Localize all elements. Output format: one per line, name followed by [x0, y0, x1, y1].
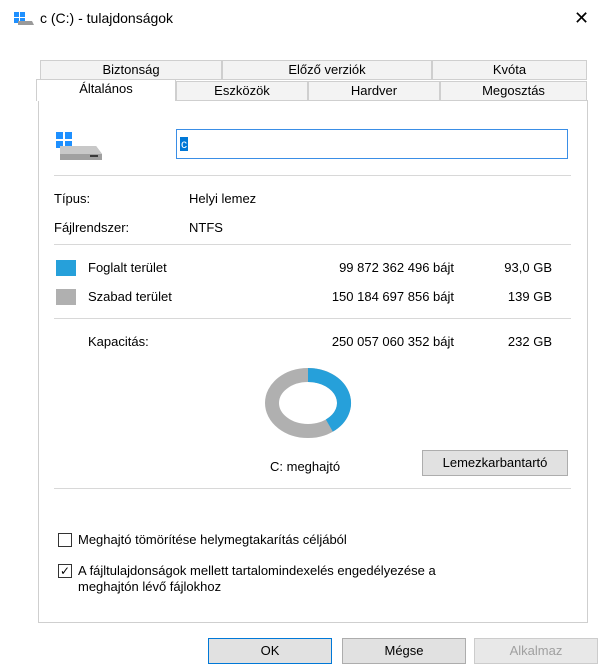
cancel-button[interactable]: Mégse [342, 638, 466, 664]
tab-kvota[interactable]: Kvóta [432, 60, 587, 80]
disk-cleanup-button[interactable]: Lemezkarbantartó [422, 450, 568, 476]
drive-name-input[interactable]: c [176, 129, 568, 159]
tab-eszkozok[interactable]: Eszközök [176, 81, 308, 101]
ok-button[interactable]: OK [208, 638, 332, 664]
separator [54, 244, 571, 245]
compress-label: Meghajtó tömörítése helymegtakarítás cél… [78, 532, 347, 547]
capacity-label: Kapacitás: [88, 334, 149, 349]
index-checkbox[interactable]: ✓ [58, 564, 72, 578]
drive-caption: C: meghajtó [270, 459, 341, 474]
usage-donut-chart [265, 368, 351, 438]
capacity-bytes: 250 057 060 352 bájt [331, 334, 454, 349]
drive-name-value: c [180, 137, 188, 151]
tab-elozo-verziok[interactable]: Előző verziók [222, 60, 432, 80]
index-label-line2: meghajtón lévő fájlokhoz [78, 579, 222, 594]
index-label-line1: A fájltulajdonságok mellett tartalominde… [78, 563, 436, 578]
capacity-size: 232 GB [507, 334, 552, 349]
compress-checkbox[interactable] [58, 533, 72, 547]
type-value: Helyi lemez [189, 191, 257, 206]
drive-large-icon [56, 132, 102, 160]
window-title: c (C:) - tulajdonságok [40, 10, 174, 26]
type-label: Típus: [54, 191, 91, 206]
used-space-bytes: 99 872 362 496 bájt [339, 260, 454, 275]
free-space-swatch [56, 289, 76, 305]
free-space-size: 139 GB [507, 289, 552, 304]
close-icon[interactable]: ✕ [574, 8, 589, 29]
separator [54, 175, 571, 176]
tab-biztonsag[interactable]: Biztonság [40, 60, 222, 80]
used-space-label: Foglalt terület [88, 260, 167, 275]
used-space-size: 93,0 GB [504, 260, 552, 275]
tab-megosztas[interactable]: Megosztás [440, 81, 587, 101]
separator [54, 488, 571, 489]
tab-hardver[interactable]: Hardver [308, 81, 440, 101]
free-space-label: Szabad terület [88, 289, 172, 304]
drive-icon [14, 12, 34, 25]
apply-button[interactable]: Alkalmaz [474, 638, 598, 664]
used-space-arc [307, 368, 351, 432]
tab-altalanos[interactable]: Általános [36, 79, 176, 101]
free-space-bytes: 150 184 697 856 bájt [331, 289, 454, 304]
title-bar: c (C:) - tulajdonságok ✕ [0, 0, 606, 36]
separator [54, 318, 571, 319]
filesystem-label: Fájlrendszer: [54, 220, 130, 235]
filesystem-value: NTFS [189, 220, 223, 235]
used-space-swatch [56, 260, 76, 276]
